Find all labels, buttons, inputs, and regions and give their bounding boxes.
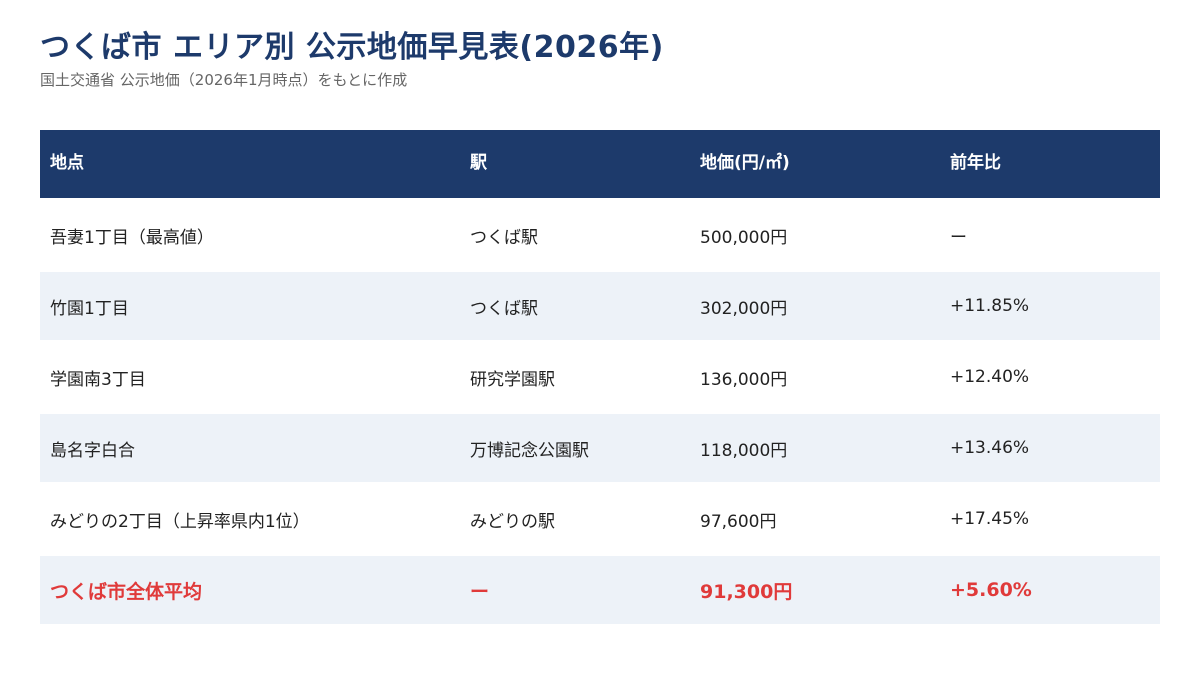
cell-change: +12.40% bbox=[950, 367, 1030, 387]
cell-change: ー bbox=[950, 227, 967, 248]
total-price: 91,300円 bbox=[700, 580, 793, 603]
table-row: 吾妻1丁目（最高値） つくば駅 500,000円 ー bbox=[40, 198, 1160, 272]
cell-price: 118,000円 bbox=[700, 440, 788, 461]
cell-location: 島名字白合 bbox=[50, 440, 135, 461]
cell-location: 学園南3丁目 bbox=[50, 369, 146, 390]
cell-change: +13.46% bbox=[950, 438, 1030, 458]
cell-location: 竹園1丁目 bbox=[50, 298, 129, 319]
cell-station: 研究学園駅 bbox=[470, 369, 555, 390]
table-header-row: 地点 駅 地価(円/㎡) 前年比 bbox=[40, 130, 1160, 198]
column-header-station: 駅 bbox=[470, 153, 487, 173]
table-row: みどりの2丁目（上昇率県内1位） みどりの駅 97,600円 +17.45% bbox=[40, 482, 1160, 556]
total-change: +5.60% bbox=[950, 579, 1032, 601]
cell-price: 136,000円 bbox=[700, 369, 788, 390]
cell-price: 500,000円 bbox=[700, 227, 788, 248]
table-total-row: つくば市全体平均 ー 91,300円 +5.60% bbox=[40, 556, 1160, 624]
column-header-location: 地点 bbox=[50, 153, 84, 173]
cell-change: +11.85% bbox=[950, 296, 1030, 316]
page-title: つくば市 エリア別 公示地価早見表(2026年) bbox=[40, 30, 664, 65]
land-price-table: 地点 駅 地価(円/㎡) 前年比 吾妻1丁目（最高値） つくば駅 500,000… bbox=[40, 130, 1160, 624]
table-row: 竹園1丁目 つくば駅 302,000円 +11.85% bbox=[40, 272, 1160, 340]
cell-station: つくば駅 bbox=[470, 298, 538, 319]
cell-station: みどりの駅 bbox=[470, 511, 555, 532]
table-row: 島名字白合 万博記念公園駅 118,000円 +13.46% bbox=[40, 414, 1160, 482]
cell-location: 吾妻1丁目（最高値） bbox=[50, 227, 214, 248]
table-row: 学園南3丁目 研究学園駅 136,000円 +12.40% bbox=[40, 340, 1160, 414]
cell-station: つくば駅 bbox=[470, 227, 538, 248]
cell-station: 万博記念公園駅 bbox=[470, 440, 589, 461]
total-location: つくば市全体平均 bbox=[50, 580, 203, 603]
column-header-change: 前年比 bbox=[950, 153, 1001, 173]
cell-price: 97,600円 bbox=[700, 511, 777, 532]
total-station: ー bbox=[470, 580, 490, 603]
cell-location: みどりの2丁目（上昇率県内1位） bbox=[50, 511, 310, 532]
column-header-price: 地価(円/㎡) bbox=[700, 153, 790, 173]
cell-change: +17.45% bbox=[950, 509, 1030, 529]
cell-price: 302,000円 bbox=[700, 298, 788, 319]
page-subtitle: 国土交通省 公示地価（2026年1月時点）をもとに作成 bbox=[40, 71, 408, 89]
